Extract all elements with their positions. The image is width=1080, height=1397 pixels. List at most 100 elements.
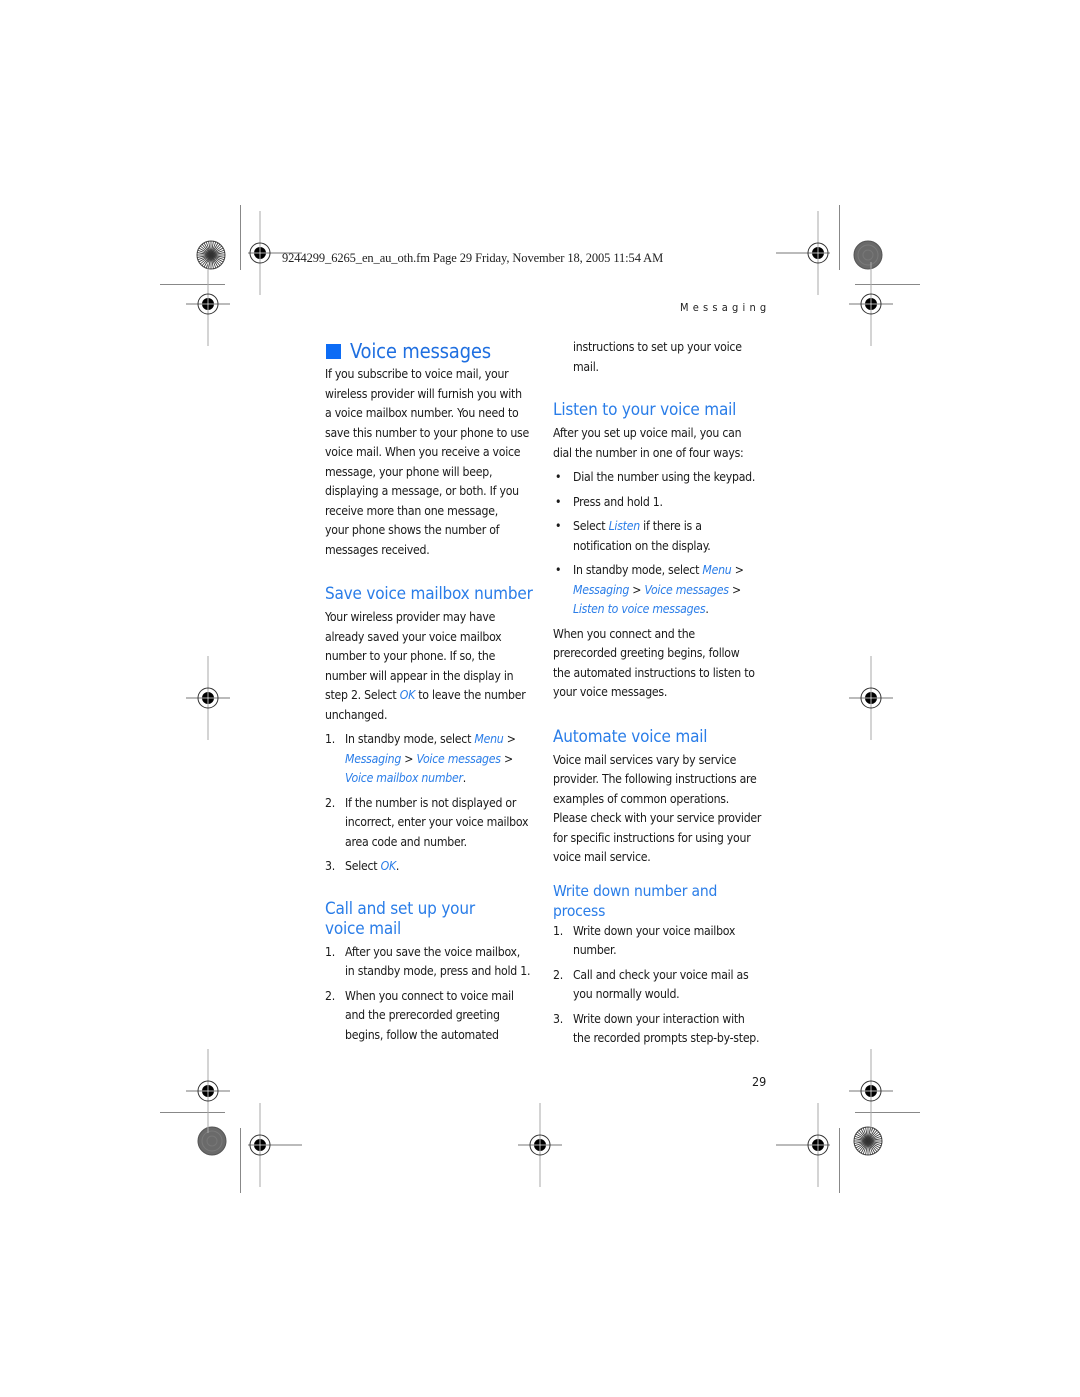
list-item: 1. Write down your voice mailbox number. [553,922,768,961]
step-number: 2. [553,967,563,982]
text-line: unchanged. [325,707,388,722]
text: Select [345,859,381,873]
section-heading-call-and-set-up: Call and set up your voice mail [325,899,540,939]
bullet-item: • Dial the number using the keypad. [553,468,768,488]
step-number: 1. [325,944,335,959]
registration-mark-icon [776,1103,830,1187]
text-line: Please check with your service provider [553,811,762,825]
text-line: your phone shows the number of [325,523,500,537]
step-number: 1. [553,923,563,938]
heading-line: Call and set up your [325,898,475,919]
subsection-heading-write-down: Write down number and process [553,881,768,921]
registration-mark-icon [849,262,893,346]
registration-mark-icon [518,1103,562,1187]
text: if there is a [639,519,702,533]
list-item: 1. In standby mode, select Menu > Messag… [325,730,540,789]
step-number: 2. [325,988,335,1003]
registration-mark-icon [248,1103,302,1187]
registration-mark-icon [849,656,893,740]
text-line: Messaging > Voice messages > [345,750,540,770]
step-number: 2. [325,795,335,810]
list-item: 1. After you save the voice mailbox, in … [325,943,540,982]
bullet-icon: • [555,470,562,484]
text-line: step 2. Select OK to leave the number [325,686,540,706]
text: . [462,771,467,785]
step-number: 3. [325,859,335,873]
separator: > [500,751,513,766]
text-line: displaying a message, or both. If you [325,484,519,498]
separator: > [401,751,417,766]
text-line: Select Listen if there is a [573,517,768,537]
separator: > [629,582,645,597]
text-line: Select OK. [345,857,540,877]
page-number: 29 [752,1074,767,1089]
heading-line: voice mail [325,918,402,939]
text-line: When you connect to voice mail [345,988,514,1003]
text: Select [573,519,609,533]
text-line: Your wireless provider may have [325,610,496,624]
menu-ref-messaging: Messaging [345,751,402,766]
heading-line: Write down number and [553,881,718,900]
text-line: Write down your voice mailbox [573,923,736,938]
automate-body: Voice mail services vary by service prov… [553,751,768,868]
text-line: provider. The following instructions are [553,772,757,786]
list-item: 3. Select OK. [325,857,540,877]
text: . [705,602,709,616]
listen-outro: When you connect and the prerecorded gre… [553,625,768,703]
text-line: voice mail service. [553,850,651,864]
text-line: receive more than one message, [325,503,498,518]
text-line: already saved your voice mailbox [325,629,502,644]
menu-ref-menu: Menu [474,732,504,746]
bullet-item: • Press and hold 1. [553,493,768,513]
listen-bullets: • Dial the number using the keypad. • Pr… [553,468,768,620]
text-line: a voice mailbox number. You need to [325,406,519,420]
menu-ref-listen: Listen [608,519,641,533]
bullet-icon: • [555,494,562,509]
section-heading-save-voice-mailbox: Save voice mailbox number [325,584,533,604]
section-heading-automate: Automate voice mail [553,726,708,747]
left-column: Voice messages If you subscribe to voice… [325,339,540,1045]
text-line: messages received. [325,542,430,557]
text-line: When you connect and the [553,626,695,641]
heading-line: process [553,901,606,920]
text-line: Press and hold 1. [573,494,663,509]
page-title: Voice messages [325,339,540,363]
separator: > [731,563,744,577]
list-item: 2. If the number is not displayed or inc… [325,794,540,853]
continued-text: instructions to set up your voice mail. [553,338,768,377]
section-heading-listen: Listen to your voice mail [553,400,737,420]
text-line: Dial the number using the keypad. [573,470,756,484]
text: to leave the number [415,688,526,702]
text-line: Voice mailbox number. [345,769,540,789]
menu-ref-voice-messages: Voice messages [416,751,501,766]
text-line: Call and check your voice mail as [573,967,749,982]
menu-ref-ok: OK [399,688,416,702]
text-line: mail. [573,359,599,374]
text-line: If the number is not displayed or [345,795,517,810]
print-header-filename: 9244299_6265_en_au_oth.fm Page 29 Friday… [282,251,664,265]
text-line: incorrect, enter your voice mailbox [345,815,529,829]
text-line: number will appear in the display in [325,668,514,683]
list-item: 2. When you connect to voice mail and th… [325,987,540,1046]
text-line: voice mail. When you receive a voice [325,445,521,459]
blue-square-icon [326,343,341,359]
save-steps-list: 1. In standby mode, select Menu > Messag… [325,730,540,877]
bullet-item: • In standby mode, select Menu > Messagi… [553,561,768,620]
list-item: 2. Call and check your voice mail as you… [553,966,768,1005]
text-line: you normally would. [573,987,680,1001]
text-line: After you set up voice mail, you can [553,426,742,440]
text-line: and the prerecorded greeting [345,1008,500,1022]
text-line: begins, follow the automated [345,1027,499,1042]
menu-ref-voice-mailbox-number: Voice mailbox number [345,771,463,785]
bullet-item: • Select Listen if there is a notificati… [553,517,768,556]
text-line: save this number to your phone to use [325,425,529,440]
registration-mark-icon [186,262,230,346]
call-steps-list: 1. After you save the voice mailbox, in … [325,943,540,1046]
bullet-icon: • [555,563,562,577]
text-line: If you subscribe to voice mail, your [325,367,509,381]
text-line: instructions to set up your voice [573,340,742,354]
registration-mark-icon [186,656,230,740]
text: In standby mode, select [345,732,475,746]
text: step 2. Select [325,688,400,702]
text-line: number. [573,943,617,957]
